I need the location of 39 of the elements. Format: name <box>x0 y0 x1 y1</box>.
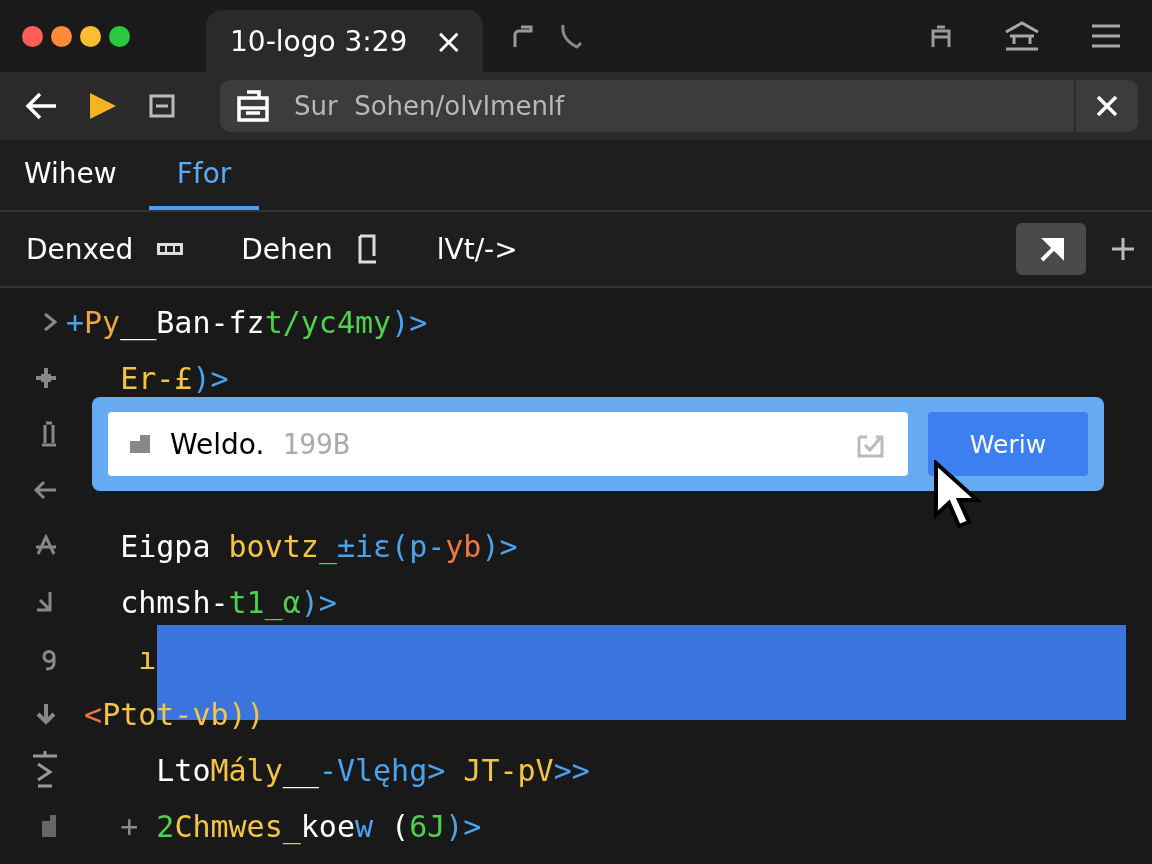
window-control[interactable] <box>109 25 130 47</box>
panel-icon[interactable] <box>148 93 176 119</box>
view-tab[interactable]: Wihew <box>22 140 119 210</box>
code-line: Er-£)> <box>119 360 229 396</box>
arrow-icon <box>1038 236 1064 262</box>
open-button[interactable] <box>1016 223 1086 275</box>
code-line: LtoMály__-Vlęhg> JT-pV>> <box>155 752 590 788</box>
arrow-icon[interactable] <box>32 479 58 501</box>
close-icon[interactable] <box>1095 94 1119 118</box>
window-control[interactable] <box>51 25 72 47</box>
window-control[interactable] <box>22 25 43 47</box>
code-line: Eigpa bovtz_±iε(p-yb)> <box>119 528 518 564</box>
toolbar-item[interactable]: lVt/-> <box>436 232 518 266</box>
code-line: ı <box>137 640 157 676</box>
code-line: chmsh-t1_α)> <box>119 584 337 620</box>
search-field[interactable]: Weldo. 199B <box>108 412 908 476</box>
crosshair-icon[interactable] <box>34 366 58 390</box>
toolbar-item[interactable]: Dehen <box>241 232 333 266</box>
play-icon[interactable] <box>88 91 118 121</box>
briefcase-icon <box>236 90 270 122</box>
close-tab-button[interactable]: × <box>434 21 463 61</box>
window-control[interactable] <box>80 25 101 47</box>
plus-icon[interactable] <box>1110 236 1136 262</box>
split-icon[interactable] <box>32 750 58 790</box>
match-count: 199B <box>282 427 350 461</box>
bottle-icon[interactable] <box>40 421 58 447</box>
toolbar-item[interactable]: Denxed <box>26 232 134 266</box>
page-icon[interactable] <box>356 234 379 264</box>
arrow-icon[interactable] <box>34 702 58 726</box>
back-icon[interactable] <box>24 91 58 121</box>
menu-icon[interactable] <box>1090 23 1122 49</box>
tab-title: 10-logo 3:29 <box>230 24 409 58</box>
browser-tab[interactable]: 10-logo 3:29 × <box>206 10 483 72</box>
code-line: + 2Chmwes_koew (6J)> <box>119 808 482 844</box>
toggle-icon[interactable] <box>157 243 184 255</box>
code-line: +Py__Ban-fzt/yc4my)> <box>66 304 428 340</box>
address-bar[interactable]: Sur Sohen/olvlmenlf <box>220 80 1138 132</box>
find-button[interactable]: Weriw <box>928 412 1088 476</box>
chevron-icon[interactable] <box>42 310 58 334</box>
